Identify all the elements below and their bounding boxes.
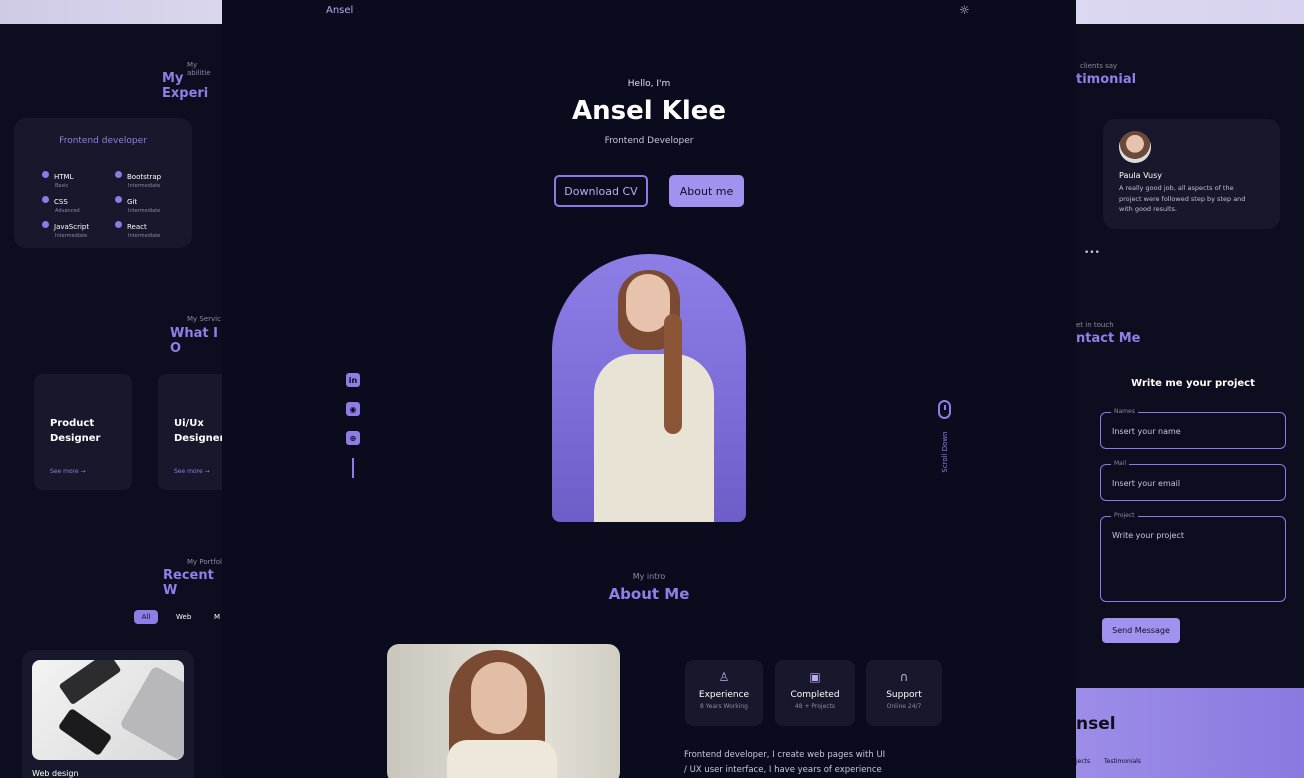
- avatar: [1119, 131, 1151, 163]
- right-preview-panel: clients say timonial Paula Vusy A really…: [1076, 24, 1304, 778]
- left-preview-panel: My abilitie My Experi Frontend developer…: [0, 24, 222, 778]
- contact-subtitle: et in touch: [1076, 321, 1114, 329]
- portfolio-subtitle: My Portfol: [187, 558, 222, 566]
- footer-brand: nsel: [1076, 714, 1116, 734]
- main-page: Ansel ☼ Hello, I'm Ansel Klee Frontend D…: [222, 0, 1076, 778]
- name-field[interactable]: Names Insert your name: [1100, 408, 1286, 449]
- stat-completed: ▣ Completed 48 + Projects: [775, 660, 855, 726]
- experience-title: My Experi: [162, 71, 209, 101]
- testimonial-text: A really good job, all aspects of the pro…: [1119, 184, 1246, 213]
- portfolio-title: Recent W: [163, 568, 214, 598]
- about-title: About Me: [608, 585, 690, 603]
- hero-name: Ansel Klee: [571, 96, 727, 126]
- experience-card-title: Frontend developer: [59, 136, 147, 146]
- theme-toggle-icon[interactable]: ☼: [959, 3, 970, 17]
- testimonial-subtitle: clients say: [1080, 62, 1118, 70]
- linkedin-icon[interactable]: in: [346, 373, 360, 387]
- dribbble-icon[interactable]: ⊕: [346, 431, 360, 445]
- award-icon: ♙: [718, 670, 730, 684]
- stat-support: ∩ Support Online 24/7: [866, 660, 942, 726]
- check-icon: [115, 171, 122, 178]
- nav-logo[interactable]: Ansel: [326, 5, 353, 16]
- hero-greeting: Hello, I'm: [627, 79, 671, 89]
- portfolio-caption: Web design: [32, 769, 79, 778]
- experience-card: Frontend developer HTML Basic Bootstrap In…: [14, 118, 192, 248]
- download-cv-button[interactable]: Download CV: [554, 175, 648, 207]
- check-icon: [42, 196, 49, 203]
- briefcase-icon: ▣: [809, 670, 821, 684]
- services-subtitle: My Servic: [187, 315, 221, 323]
- pagination-dots[interactable]: •••: [1084, 248, 1100, 258]
- portfolio-card[interactable]: Web design: [22, 650, 194, 778]
- testimonial-card: Paula Vusy A really good job, all aspect…: [1103, 119, 1280, 229]
- contact-title: ntact Me: [1076, 331, 1141, 346]
- portfolio-image: [32, 660, 184, 760]
- project-field[interactable]: Project Write your project: [1100, 512, 1286, 602]
- skill-item: Git Intermediate: [115, 189, 160, 214]
- footer: nsel jects Testimonials: [1076, 688, 1304, 778]
- about-description: Frontend developer, I create web pages w…: [684, 750, 886, 775]
- social-divider: [352, 458, 354, 478]
- skill-item: Bootstrap Intermediate: [115, 164, 161, 189]
- email-field[interactable]: Mail Insert your email: [1100, 460, 1286, 501]
- skill-item: React Intermediate: [115, 214, 160, 239]
- skill-item: CSS Advanced: [42, 189, 80, 214]
- send-message-button[interactable]: Send Message: [1102, 618, 1180, 643]
- filter-all[interactable]: All: [134, 610, 158, 624]
- skill-item: HTML Basic: [42, 164, 73, 189]
- skill-item: JavaScript Intermediate: [42, 214, 89, 239]
- github-icon[interactable]: ◉: [346, 402, 360, 416]
- headset-icon: ∩: [899, 670, 909, 684]
- footer-link-projects[interactable]: jects: [1076, 758, 1090, 765]
- filter-mobile[interactable]: M: [214, 613, 220, 621]
- see-more-link[interactable]: See more →: [50, 468, 86, 475]
- form-title: Write me your project: [1131, 378, 1255, 389]
- check-icon: [115, 196, 122, 203]
- stat-experience: ♙ Experience 8 Years Working: [685, 660, 763, 726]
- service-card[interactable]: Ui/Ux Designer See more →: [158, 374, 222, 490]
- check-icon: [42, 221, 49, 228]
- check-icon: [42, 171, 49, 178]
- service-card[interactable]: Product Designer See more →: [34, 374, 132, 490]
- scroll-down-label[interactable]: Scroll Down: [941, 417, 949, 487]
- testimonial-title: timonial: [1076, 72, 1137, 87]
- hero-portrait: [552, 254, 746, 522]
- hero-role: Frontend Developer: [604, 136, 694, 146]
- filter-web[interactable]: Web: [176, 613, 191, 621]
- about-photo: [387, 644, 620, 778]
- see-more-link[interactable]: See more →: [174, 468, 210, 475]
- about-me-button[interactable]: About me: [669, 175, 744, 207]
- footer-link-testimonials[interactable]: Testimonials: [1104, 758, 1141, 765]
- about-subtitle: My intro: [632, 572, 666, 581]
- testimonial-name: Paula Vusy: [1119, 171, 1163, 180]
- services-title: What I O: [170, 326, 218, 356]
- check-icon: [115, 221, 122, 228]
